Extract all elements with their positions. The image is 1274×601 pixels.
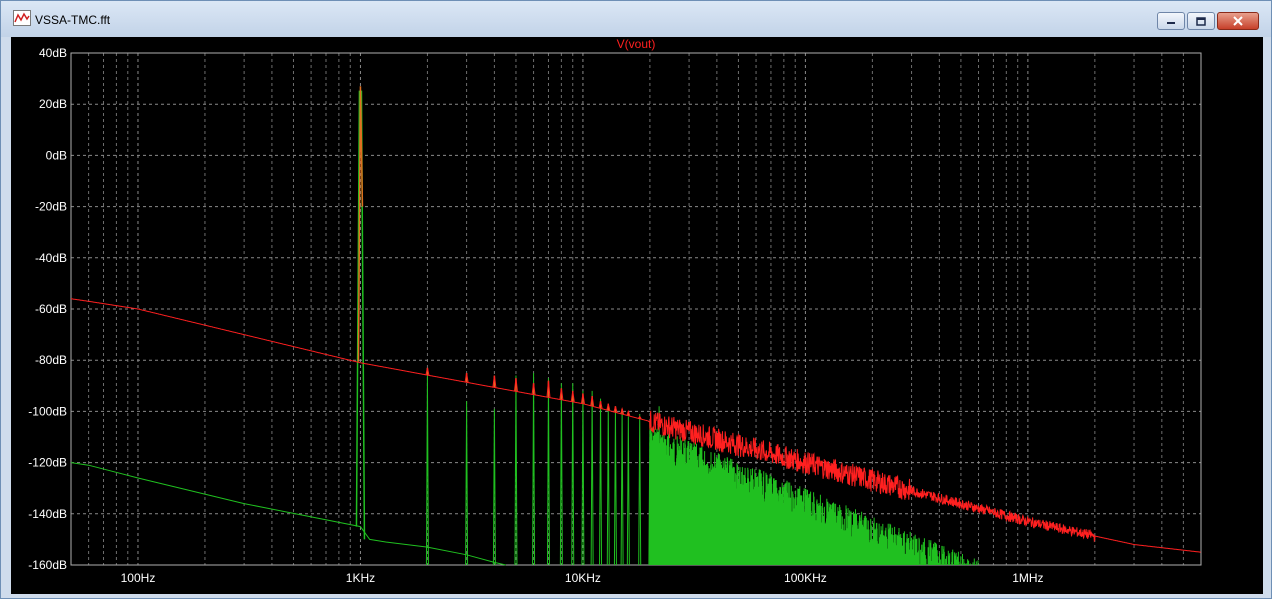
green-harmonic-spike [425, 375, 429, 566]
green-harmonic-spike [532, 372, 536, 566]
green-harmonic-spike [546, 378, 550, 566]
y-tick-label: -160dB [28, 558, 67, 572]
close-icon [1233, 16, 1243, 26]
x-tick-label: 1MHz [1012, 571, 1043, 585]
y-tick-label: -120dB [28, 456, 67, 470]
plot-grid [71, 52, 1201, 566]
y-tick-label: 40dB [39, 46, 67, 60]
green-harmonic-spike [638, 413, 642, 566]
green-harmonic-spike [514, 375, 518, 566]
green-harmonic-spike [613, 408, 617, 566]
green-harmonic-spike [590, 390, 594, 566]
x-tick-label: 100KHz [784, 571, 827, 585]
y-tick-label: -140dB [28, 507, 67, 521]
waveform-icon [13, 10, 31, 26]
plot-traces [70, 86, 1201, 566]
chart-title: V(vout) [617, 37, 656, 51]
y-axis-ticks: 40dB 20dB 0dB -20dB -40dB -60dB -80dB -100dB -12… [28, 46, 67, 572]
y-tick-label: -40dB [35, 251, 67, 265]
y-tick-label: -20dB [35, 200, 67, 214]
y-tick-label: -80dB [35, 353, 67, 367]
minimize-button[interactable] [1157, 12, 1185, 30]
fft-window: VSSA-TMC.fft 40dB 20dB 0dB -20dB -40dB -60dB -… [0, 0, 1272, 599]
green-band-path [649, 427, 979, 565]
x-tick-label: 1KHz [346, 571, 375, 585]
green-harmonic-band [649, 427, 979, 565]
fft-plot[interactable]: 40dB 20dB 0dB -20dB -40dB -60dB -80dB -100dB -12… [11, 37, 1263, 594]
green-harmonic-spike [581, 390, 585, 566]
y-tick-label: 20dB [39, 97, 67, 111]
y-tick-label: -100dB [28, 404, 67, 418]
maximize-icon [1196, 16, 1206, 26]
green-harmonic-spike [599, 398, 603, 566]
green-harmonic-spike [620, 408, 624, 566]
close-button[interactable] [1217, 12, 1259, 30]
maximize-button[interactable] [1187, 12, 1215, 30]
green-harmonic-spike [626, 416, 630, 566]
x-tick-label: 10KHz [565, 571, 601, 585]
green-harmonic-spike [571, 383, 575, 566]
plot-pane[interactable]: 40dB 20dB 0dB -20dB -40dB -60dB -80dB -100dB -12… [11, 37, 1263, 594]
y-tick-label: 0dB [46, 148, 67, 162]
green-harmonic-spike [606, 406, 610, 566]
y-tick-label: -60dB [35, 302, 67, 316]
x-axis-ticks: 100Hz 1KHz 10KHz 100KHz 1MHz [121, 571, 1044, 585]
window-title: VSSA-TMC.fft [35, 13, 111, 27]
title-bar[interactable]: VSSA-TMC.fft [1, 1, 1271, 37]
green-harmonic-spike [559, 383, 563, 566]
minimize-icon [1167, 22, 1175, 24]
x-tick-label: 100Hz [121, 571, 156, 585]
